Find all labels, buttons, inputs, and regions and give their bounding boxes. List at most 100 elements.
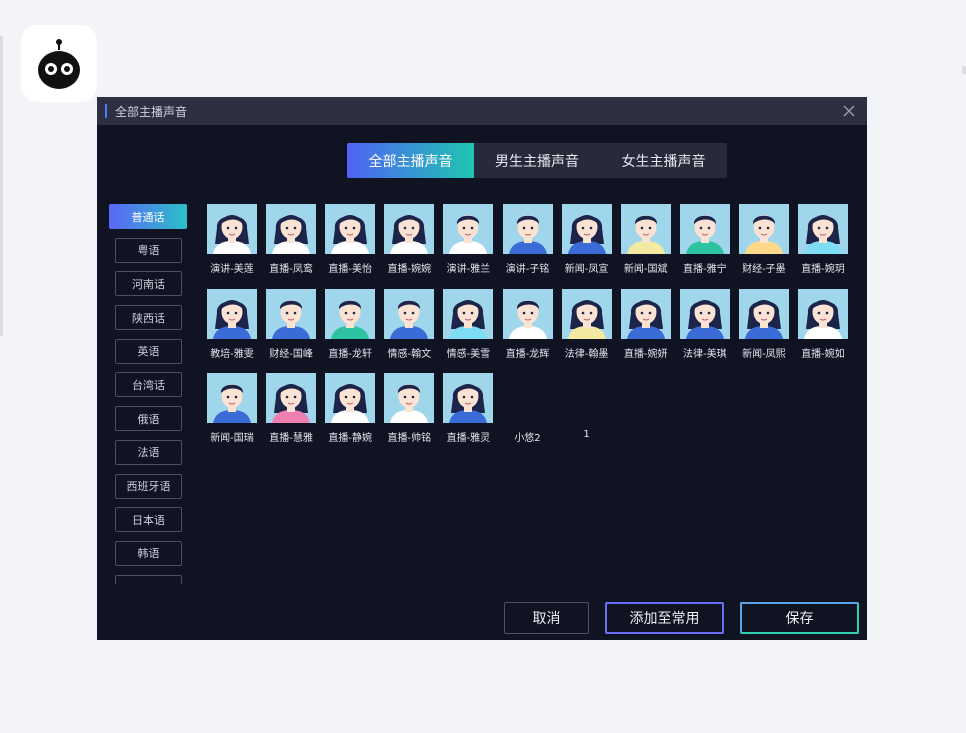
voice-item[interactable]: 财经-子墨 <box>737 204 791 275</box>
voice-name: 直播-美怡 <box>328 264 372 275</box>
voice-avatar <box>502 288 553 339</box>
dialog-titlebar: 全部主播声音 <box>97 97 867 125</box>
add-to-common-button[interactable]: 添加至常用 <box>605 602 724 634</box>
voice-name: 新闻-凤宣 <box>564 264 609 275</box>
tab-female-voices[interactable]: 女生主播声音 <box>600 143 727 178</box>
voice-avatar <box>443 288 494 339</box>
voice-item[interactable]: 直播-龙辉 <box>501 288 555 360</box>
voice-avatar <box>679 288 730 339</box>
voice-avatar <box>207 373 257 423</box>
robot-logo-icon <box>38 38 80 89</box>
voice-avatar <box>561 204 612 254</box>
cancel-button[interactable]: 取消 <box>504 602 589 634</box>
language-list[interactable]: 普通话粤语河南话陕西话英语台湾话俄语法语西班牙语日本语韩语 <box>109 204 187 584</box>
voice-item[interactable]: 直播-凤鸾 <box>264 204 318 275</box>
voice-avatar <box>798 204 848 254</box>
tab-male-voices[interactable]: 男生主播声音 <box>474 143 600 178</box>
voice-item[interactable]: 直播-龙轩 <box>323 288 377 360</box>
voice-item[interactable]: 演讲-雅兰 <box>441 204 495 275</box>
voice-item[interactable]: 情感-翰文 <box>382 288 436 360</box>
voice-name: 财经-国峰 <box>269 348 313 360</box>
voice-item[interactable]: 直播-美怡 <box>323 204 377 275</box>
voice-name: 情感-美雪 <box>446 348 491 360</box>
background-window-edge <box>962 66 966 74</box>
voice-name: 新闻-国瑞 <box>210 433 254 444</box>
voice-item[interactable]: 直播-雅灵 <box>441 373 495 444</box>
voice-item[interactable]: 直播-帅铭 <box>382 373 436 444</box>
save-button[interactable]: 保存 <box>740 602 859 634</box>
voice-name: 直播-雅宁 <box>682 264 727 275</box>
language-item[interactable]: 普通话 <box>109 204 187 229</box>
voice-avatar <box>384 373 435 423</box>
voice-avatar <box>561 288 612 339</box>
close-button[interactable] <box>840 102 858 120</box>
voice-item[interactable]: 直播-婉玥 <box>796 204 850 275</box>
voice-item[interactable]: 财经-国峰 <box>264 288 318 360</box>
language-item[interactable]: 英语 <box>115 338 182 364</box>
voice-item[interactable]: 直播-婉如 <box>796 288 850 360</box>
voice-avatar <box>503 373 553 423</box>
voice-item[interactable]: 情感-美雪 <box>441 288 495 360</box>
voice-item[interactable]: 直播-婉婉 <box>382 204 436 275</box>
language-item[interactable]: 俄语 <box>115 406 182 432</box>
voice-name: 直播-龙辉 <box>505 348 550 360</box>
language-item[interactable]: 西班牙语 <box>115 473 182 499</box>
voice-item[interactable]: 直播-慧雅 <box>264 373 318 444</box>
language-item[interactable]: 粤语 <box>115 237 182 263</box>
app-logo[interactable] <box>21 25 97 102</box>
voice-name: 演讲-美莲 <box>210 264 254 275</box>
voice-name: 小悠2 <box>514 433 541 444</box>
voice-name: 1 <box>583 429 590 440</box>
voice-item[interactable]: 新闻-凤宣 <box>560 204 614 275</box>
voice-item[interactable]: 1 <box>560 373 614 443</box>
voice-avatar <box>207 288 257 339</box>
voice-name: 演讲-子铭 <box>505 264 550 275</box>
voice-item[interactable]: 教培-雅雯 <box>205 288 259 360</box>
voice-avatar <box>679 204 730 254</box>
voice-name: 直播-静婉 <box>328 433 372 444</box>
dialog-title: 全部主播声音 <box>115 104 188 119</box>
tab-all-voices[interactable]: 全部主播声音 <box>347 143 474 178</box>
voice-item[interactable]: 直播-静婉 <box>323 373 377 444</box>
voice-name: 直播-雅灵 <box>446 433 491 444</box>
voice-name: 演讲-雅兰 <box>446 264 491 275</box>
gender-tabs: 全部主播声音 男生主播声音 女生主播声音 <box>347 143 727 178</box>
voice-avatar <box>325 204 376 254</box>
voice-avatar <box>502 204 553 254</box>
language-item[interactable]: 台湾话 <box>115 372 182 398</box>
language-item[interactable]: 陕西话 <box>115 305 182 331</box>
voice-name: 直播-帅铭 <box>387 433 432 444</box>
language-item-partial[interactable] <box>115 574 182 584</box>
title-accent-bar <box>105 104 107 118</box>
voice-item[interactable]: 直播-婉妍 <box>619 288 673 360</box>
voice-name: 情感-翰文 <box>387 348 432 360</box>
voice-name: 法律-翰墨 <box>564 348 609 360</box>
language-item[interactable]: 河南话 <box>115 271 182 297</box>
voice-item[interactable]: 法律-美琪 <box>678 288 732 360</box>
voice-avatar <box>738 288 789 339</box>
voice-avatar <box>443 373 494 423</box>
voice-name: 直播-婉玥 <box>801 264 845 275</box>
background-window-edge <box>0 36 3 336</box>
voice-name: 直播-婉婉 <box>387 264 432 275</box>
language-item[interactable]: 法语 <box>115 439 182 465</box>
voice-item[interactable]: 新闻-国斌 <box>619 204 673 275</box>
voice-item[interactable]: 新闻-国瑞 <box>205 373 259 444</box>
voice-avatar <box>325 288 376 339</box>
voice-avatar <box>620 204 671 254</box>
voice-item[interactable]: 演讲-美莲 <box>205 204 259 275</box>
voice-name: 直播-凤鸾 <box>269 264 313 275</box>
voice-item[interactable]: 直播-雅宁 <box>678 204 732 275</box>
voice-name: 直播-婉如 <box>801 348 845 360</box>
voice-name: 法律-美琪 <box>682 348 727 360</box>
voice-selector-dialog: 全部主播声音 全部主播声音 男生主播声音 女生主播声音 普通话粤语河南话陕西话英… <box>97 97 867 640</box>
voice-item[interactable]: 演讲-子铭 <box>501 204 555 275</box>
voice-item[interactable]: 法律-翰墨 <box>560 288 614 360</box>
voice-name: 新闻-凤熙 <box>742 348 786 360</box>
voice-item[interactable]: 小悠2 <box>501 373 555 444</box>
voice-item[interactable]: 新闻-凤熙 <box>737 288 791 360</box>
voice-name: 直播-婉妍 <box>623 348 668 360</box>
language-item[interactable]: 韩语 <box>115 540 182 566</box>
language-item[interactable]: 日本语 <box>115 507 182 533</box>
voice-name: 直播-慧雅 <box>269 433 313 444</box>
